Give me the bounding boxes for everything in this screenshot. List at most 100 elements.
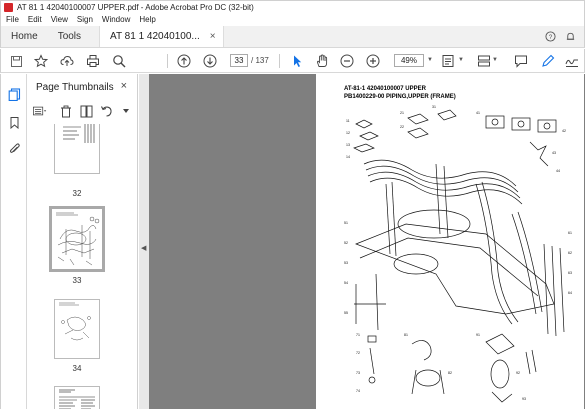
piping-diagram: 11 12 13 14 21 22 31 41 42 43 44 51 52 53 54 55 61 6… — [344, 105, 572, 403]
thumbnail-label-32: 32 — [72, 189, 82, 198]
tab-tools[interactable]: Tools — [48, 26, 91, 47]
scroll-mode-icon[interactable] — [477, 54, 491, 68]
page-number-input[interactable]: 33 — [230, 54, 248, 67]
svg-text:41: 41 — [476, 111, 480, 115]
delete-page-icon[interactable] — [59, 104, 73, 118]
tab-home[interactable]: Home — [1, 26, 48, 47]
svg-text:71: 71 — [356, 333, 360, 337]
menu-file[interactable]: File — [6, 15, 19, 24]
save-icon[interactable] — [9, 54, 23, 68]
svg-text:22: 22 — [400, 125, 404, 129]
zoom-level-input[interactable]: 49% — [394, 54, 424, 67]
svg-text:63: 63 — [568, 271, 572, 275]
svg-text:61: 61 — [568, 231, 572, 235]
tab-close-icon[interactable]: × — [210, 31, 216, 42]
attachments-icon[interactable] — [8, 142, 21, 155]
thumbnail-parts-list-graphic — [63, 124, 95, 143]
thumbnail-diagram-graphic — [59, 302, 91, 341]
collapse-arrow-icon[interactable]: ◀ — [141, 244, 146, 252]
help-icon[interactable]: ? — [545, 31, 556, 42]
svg-text:21: 21 — [400, 111, 404, 115]
next-page-icon[interactable] — [203, 54, 217, 68]
svg-text:43: 43 — [552, 151, 556, 155]
thumbnail-page-34[interactable] — [54, 299, 100, 359]
panel-title: Page Thumbnails — [36, 82, 114, 93]
thumbnail-label-34: 34 — [72, 364, 82, 373]
svg-text:51: 51 — [344, 221, 348, 225]
select-arrow-icon[interactable] — [290, 54, 304, 68]
svg-text:54: 54 — [344, 281, 348, 285]
svg-text:11: 11 — [346, 119, 350, 123]
tab-document-label: AT 81 1 42040100... — [110, 31, 200, 42]
svg-text:14: 14 — [346, 155, 350, 159]
hand-icon[interactable] — [315, 54, 329, 68]
more-tools-icon[interactable] — [119, 104, 133, 118]
svg-text:93: 93 — [522, 397, 526, 401]
menu-bar: File Edit View Sign Window Help — [0, 13, 585, 26]
document-viewer[interactable]: AT-81-1 42040100007 UPPER PB1400229-00 P… — [149, 74, 585, 409]
svg-text:74: 74 — [356, 389, 360, 393]
print-icon[interactable] — [86, 54, 100, 68]
svg-text:31: 31 — [432, 105, 436, 109]
toolbar-separator — [167, 54, 168, 68]
options-menu-icon[interactable] — [33, 104, 47, 118]
bookmarks-icon[interactable] — [8, 116, 21, 129]
prev-page-icon[interactable] — [177, 54, 191, 68]
tab-bar: Home Tools AT 81 1 42040100... × ? — [0, 26, 585, 48]
svg-text:?: ? — [549, 34, 553, 41]
svg-text:52: 52 — [344, 241, 348, 245]
bookmark-star-icon[interactable] — [34, 54, 48, 68]
window-title: AT 81 1 42040100007 UPPER.pdf - Adobe Ac… — [17, 2, 254, 12]
menu-view[interactable]: View — [51, 15, 68, 24]
page-thumbnails-icon[interactable] — [8, 88, 21, 101]
thumbnails-list: 32 33 34 — [27, 124, 138, 409]
svg-text:62: 62 — [568, 251, 572, 255]
page-thumbnails-panel: Page Thumbnails × 32 33 34 — [27, 74, 160, 409]
thumbnail-page-33[interactable] — [49, 206, 105, 272]
svg-text:55: 55 — [344, 311, 348, 315]
svg-text:82: 82 — [448, 371, 452, 375]
notification-bell-icon[interactable] — [565, 31, 576, 42]
fit-dropdown-icon[interactable]: ▼ — [458, 57, 464, 63]
upload-icon[interactable] — [60, 54, 74, 68]
svg-text:44: 44 — [556, 169, 560, 173]
insert-page-icon[interactable] — [79, 104, 93, 118]
toolbar-separator — [279, 54, 280, 68]
menu-help[interactable]: Help — [139, 15, 155, 24]
panel-collapse-handle[interactable]: ◀ — [139, 74, 149, 409]
thumbnail-page-35[interactable] — [54, 386, 100, 409]
thumbnail-diagram-graphic — [52, 209, 102, 269]
svg-text:81: 81 — [404, 333, 408, 337]
zoom-in-icon[interactable] — [366, 54, 380, 68]
pen-icon[interactable] — [541, 54, 555, 68]
zoom-dropdown-icon[interactable]: ▼ — [427, 57, 433, 63]
pdf-page: AT-81-1 42040100007 UPPER PB1400229-00 P… — [316, 74, 584, 409]
svg-text:72: 72 — [356, 351, 360, 355]
thumbnail-page-32[interactable] — [54, 124, 100, 174]
left-nav-rail — [0, 74, 27, 409]
main-toolbar: 33 / 137 49% ▼ ▼ ▼ — [0, 49, 585, 73]
svg-text:91: 91 — [476, 333, 480, 337]
search-icon[interactable] — [112, 54, 126, 68]
zoom-out-icon[interactable] — [340, 54, 354, 68]
acrobat-app-icon — [4, 2, 13, 12]
rotate-page-icon[interactable] — [99, 104, 113, 118]
svg-text:73: 73 — [356, 371, 360, 375]
svg-text:12: 12 — [346, 131, 350, 135]
menu-sign[interactable]: Sign — [77, 15, 93, 24]
fit-page-icon[interactable] — [441, 54, 455, 68]
svg-text:53: 53 — [344, 261, 348, 265]
comment-icon[interactable] — [514, 54, 528, 68]
menu-edit[interactable]: Edit — [28, 15, 42, 24]
thumbnail-label-33: 33 — [72, 276, 82, 285]
menu-window[interactable]: Window — [102, 15, 130, 24]
svg-text:92: 92 — [516, 371, 520, 375]
tab-document[interactable]: AT 81 1 42040100... × — [99, 26, 225, 47]
thumbnail-toolbar — [33, 104, 133, 118]
scroll-mode-dropdown-icon[interactable]: ▼ — [492, 57, 498, 63]
sign-icon[interactable] — [565, 54, 579, 68]
svg-text:42: 42 — [562, 129, 566, 133]
page-count: / 137 — [251, 56, 269, 65]
panel-close-icon[interactable]: × — [121, 80, 127, 92]
thumbnail-parts-list-graphic — [59, 389, 95, 409]
